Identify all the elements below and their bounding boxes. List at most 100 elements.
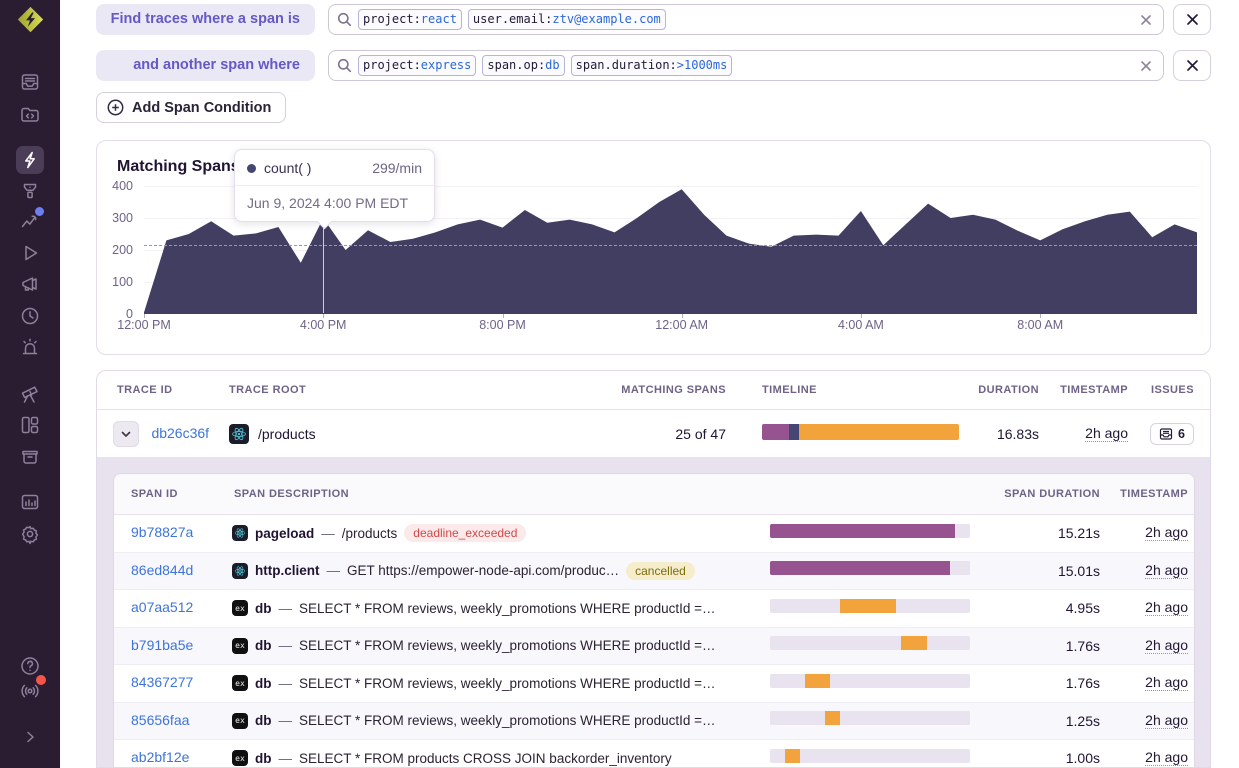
trace-timestamp: 2h ago (1085, 425, 1128, 442)
span-table-header: SPAN ID SPAN DESCRIPTION SPAN DURATION T… (114, 474, 1194, 515)
sidebar-item-boxes[interactable] (16, 442, 44, 470)
query-token[interactable]: project:express (358, 55, 476, 76)
x-axis-tick-label: 4:00 PM (300, 318, 347, 332)
y-axis-tick-label: 100 (97, 275, 133, 289)
column-header: TIMESTAMP (1046, 384, 1138, 396)
sidebar-item-dashboards[interactable] (16, 411, 44, 439)
sidebar-item-collapse[interactable] (16, 723, 44, 751)
sidebar-item-settings[interactable] (16, 520, 44, 548)
clear-search-icon[interactable] (1137, 11, 1155, 29)
add-span-condition-button[interactable]: Add Span Condition (96, 92, 286, 123)
span-timeline-bar (770, 524, 970, 538)
flashlight-icon (19, 180, 41, 202)
span-row: 85656faa ex db — SELECT * FROM reviews, … (114, 702, 1194, 740)
sidebar-item-issues[interactable] (16, 68, 44, 96)
megaphone-icon (19, 273, 41, 295)
y-axis-tick-label: 200 (97, 243, 133, 257)
span-condition-search-input[interactable]: project:express span.op:db span.duration:>… (328, 50, 1164, 81)
span-id-link[interactable]: 84367277 (131, 674, 193, 690)
token-value: react (421, 11, 457, 28)
archive-box-icon (19, 445, 41, 467)
token-value: >1000ms (677, 57, 728, 74)
span-duration: 1.76s (975, 638, 1105, 654)
span-timeline-bar (770, 561, 970, 575)
remove-condition-button[interactable] (1173, 50, 1211, 81)
token-value: ztv@example.com (552, 11, 660, 28)
span-timeline-bar (770, 599, 970, 613)
timeline-segment (770, 561, 950, 575)
clock-history-icon (19, 305, 41, 327)
span-id-link[interactable]: b791ba5e (131, 637, 193, 653)
y-axis-tick-label: 400 (97, 179, 133, 193)
separator: — (279, 601, 293, 616)
span-duration: 15.01s (975, 563, 1105, 579)
tooltip-timestamp: Jun 9, 2024 4:00 PM EDT (235, 186, 434, 221)
column-header: ISSUES (1138, 384, 1210, 396)
query-row-label: Find traces where a span is (96, 4, 315, 35)
span-duration: 15.21s (975, 525, 1105, 541)
span-row: 84367277 ex db — SELECT * FROM reviews, … (114, 664, 1194, 702)
sidebar-item-replays[interactable] (16, 302, 44, 330)
search-icon (337, 12, 352, 27)
column-header: TRACE ROOT (229, 384, 602, 396)
query-token[interactable]: span.op:db (482, 55, 564, 76)
span-timestamp: 2h ago (1145, 712, 1188, 729)
token-key: user.email: (473, 11, 552, 28)
sentry-logo-icon[interactable] (16, 5, 45, 34)
token-key: project: (363, 57, 421, 74)
close-icon (1186, 13, 1199, 26)
span-op: db (255, 601, 272, 616)
x-axis-tick-label: 8:00 AM (1017, 318, 1063, 332)
span-description: SELECT * FROM reviews, weekly_promotions… (299, 676, 716, 691)
span-description: GET https://empower-node-api.com/produc… (347, 563, 619, 578)
span-op: http.client (255, 563, 320, 578)
span-id-link[interactable]: a07aa512 (131, 599, 193, 615)
token-value: express (421, 57, 472, 74)
trace-id-link[interactable]: db26c36f (151, 425, 209, 441)
span-timeline-bar (770, 711, 970, 725)
query-token[interactable]: project:react (358, 9, 462, 30)
y-axis-tick-label: 300 (97, 211, 133, 225)
sidebar-item-profiling[interactable] (16, 177, 44, 205)
plus-circle-icon (107, 99, 124, 116)
span-op: db (255, 751, 272, 766)
timeline-segment (789, 424, 799, 440)
column-header: SPAN ID (114, 488, 232, 500)
span-timeline-bar (770, 636, 970, 650)
query-token[interactable]: span.duration:>1000ms (571, 55, 733, 76)
clear-search-icon[interactable] (1137, 57, 1155, 75)
timeline-segment (799, 424, 959, 440)
gear-icon (19, 523, 41, 545)
span-id-link[interactable]: ab2bf12e (131, 749, 189, 765)
issues-button[interactable]: 6 (1150, 423, 1194, 445)
sidebar-item-projects[interactable] (16, 100, 44, 128)
separator: — (279, 751, 293, 766)
sidebar-item-broadcast[interactable] (16, 677, 44, 705)
span-id-link[interactable]: 85656faa (131, 712, 189, 728)
trace-duration: 16.83s (962, 426, 1046, 442)
separator: — (321, 526, 335, 541)
issues-icon (1159, 427, 1173, 441)
express-icon: ex (232, 675, 248, 691)
expand-collapse-button[interactable] (113, 421, 139, 447)
span-row: b791ba5e ex db — SELECT * FROM reviews, … (114, 627, 1194, 665)
sidebar-item-alerts[interactable] (16, 333, 44, 361)
x-axis-tick-label: 8:00 PM (479, 318, 526, 332)
sidebar-item-feedback[interactable] (16, 270, 44, 298)
sidebar-item-traces[interactable] (16, 146, 44, 174)
sidebar-item-releases[interactable] (16, 239, 44, 267)
trace-timeline-bar (762, 424, 959, 440)
span-id-link[interactable]: 9b78827a (131, 524, 193, 540)
close-icon (1186, 59, 1199, 72)
span-op: db (255, 638, 272, 653)
sidebar-item-stats[interactable] (16, 488, 44, 516)
span-id-link[interactable]: 86ed844d (131, 562, 193, 578)
sidebar-item-discover[interactable] (16, 380, 44, 408)
express-icon: ex (232, 713, 248, 729)
trace-table: TRACE IDTRACE ROOTMATCHING SPANSTIMELINE… (96, 370, 1211, 768)
span-condition-search-input[interactable]: project:react user.email:ztv@example.com (328, 4, 1164, 35)
span-row: a07aa512 ex db — SELECT * FROM reviews, … (114, 589, 1194, 627)
sidebar-item-insights[interactable] (16, 207, 44, 235)
remove-condition-button[interactable] (1173, 4, 1211, 35)
query-token[interactable]: user.email:ztv@example.com (468, 9, 666, 30)
